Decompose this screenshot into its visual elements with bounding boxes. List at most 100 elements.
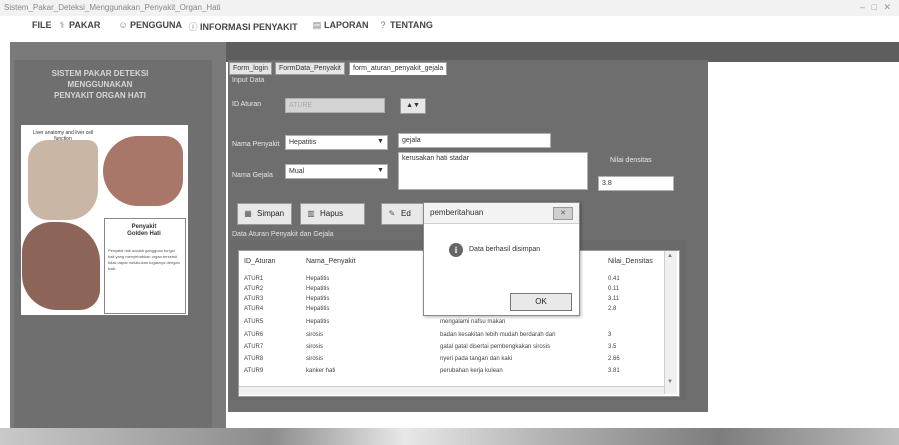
user-icon: ☺ xyxy=(118,20,128,30)
scroll-down-icon[interactable]: ▼ xyxy=(667,379,673,385)
menu-tentang[interactable]: ? TENTANG xyxy=(378,20,433,30)
cell-gejala: nyeri pada tangan dan kaki xyxy=(440,356,513,362)
info-icon: i xyxy=(449,243,463,257)
col-header-nilai[interactable]: Nilai_Densitas xyxy=(608,258,653,265)
dialog-message: Data berhasil disimpan xyxy=(469,246,541,253)
scroll-up-icon[interactable]: ▲ xyxy=(667,253,673,259)
id-spinner[interactable]: ▲▼ xyxy=(400,98,426,114)
simpan-label: Simpan xyxy=(257,209,285,218)
cell-nilai: 2.66 xyxy=(608,356,620,362)
cell-gejala: gatal gatal disertai pembengkakan sirosi… xyxy=(440,344,551,350)
intestine-illustration xyxy=(28,140,98,220)
menu-informasi-label: INFORMASI PENYAKIT xyxy=(200,22,298,32)
window-title: Sistem_Pakar_Deteksi_Menggunakan_Penyaki… xyxy=(4,3,221,12)
simpan-button[interactable]: ▦ Simpan xyxy=(237,203,292,225)
menu-pakar-label: PAKAR xyxy=(69,20,101,30)
cell-nilai: 3.5 xyxy=(608,344,617,350)
cell-nilai: 3.11 xyxy=(608,296,620,302)
cell-nilai: 0.41 xyxy=(608,276,620,282)
tab-formdata-penyakit[interactable]: FormData_Penyakit xyxy=(275,62,345,75)
cell-gejala: perubahan kerja kulean xyxy=(440,368,503,374)
app-title: SISTEM PAKAR DETEKSI MENGGUNAKAN PENYAKI… xyxy=(51,69,149,100)
table-group-title: Data Aturan Penyakit dan Gejala xyxy=(232,231,334,238)
tab-form-aturan[interactable]: form_aturan_penyakit_gejala xyxy=(349,62,448,75)
menu-laporan[interactable]: ▤ LAPORAN xyxy=(312,20,369,31)
nilai-label: Nilai densitas xyxy=(610,157,652,164)
cell-penyakit: sirosis xyxy=(306,332,324,338)
cell-id: ATUR1 xyxy=(244,276,264,282)
nama-gejala-select[interactable]: Mual xyxy=(285,164,388,179)
nama-penyakit-select[interactable]: Hepatitis xyxy=(285,135,388,150)
doctor-icon: ⚕ xyxy=(59,20,65,30)
liver-illustration-top xyxy=(103,136,183,206)
info-icon: ⓘ xyxy=(188,22,198,32)
cell-gejala: badan kesakitan lebih mudah berdarah dar… xyxy=(440,332,556,338)
cell-id: ATUR4 xyxy=(244,306,264,312)
ok-button[interactable]: OK xyxy=(510,293,572,311)
cell-penyakit: Hepatitis xyxy=(306,276,330,282)
menu-pengguna-label: PENGGUNA xyxy=(130,20,183,30)
id-aturan-field[interactable]: ATURE xyxy=(285,98,385,113)
cell-nilai: 3 xyxy=(608,332,612,338)
cell-nilai: 3.81 xyxy=(608,368,620,374)
grid-horizontal-scrollbar[interactable] xyxy=(239,386,664,395)
dialog-header: pemberitahuan ✕ xyxy=(424,203,579,224)
edit-button[interactable]: ✎ Ed xyxy=(381,203,426,225)
about-icon: ? xyxy=(380,20,386,30)
cell-id: ATUR6 xyxy=(244,332,264,338)
taskbar xyxy=(0,428,899,445)
message-dialog: pemberitahuan ✕ i Data berhasil disimpan… xyxy=(423,202,580,316)
cell-id: ATUR5 xyxy=(244,319,264,325)
menu-pakar[interactable]: ⚕ PAKAR xyxy=(57,20,101,31)
input-group-title: Input Data xyxy=(232,77,265,84)
cell-nilai: 0.11 xyxy=(608,286,620,292)
edit-label: Ed xyxy=(401,209,411,218)
menu-file-label: FILE xyxy=(32,20,52,30)
cell-gejala: mengalami nafsu makan xyxy=(440,319,506,325)
cell-penyakit: Hepatitis xyxy=(306,306,330,312)
cell-penyakit: Hepatitis xyxy=(306,286,330,292)
gejala-description-textarea[interactable]: kerusakan hati stadar xyxy=(398,152,588,190)
nama-gejala-label: Nama Gejala xyxy=(232,172,273,179)
report-icon: ▤ xyxy=(312,20,322,30)
cell-id: ATUR7 xyxy=(244,344,264,350)
cell-penyakit: kanker hati xyxy=(306,368,336,374)
cell-penyakit: sirosis xyxy=(306,344,324,350)
window-controls[interactable]: – □ ✕ xyxy=(860,2,893,13)
mdi-top-band xyxy=(226,42,899,62)
tab-form-login[interactable]: Form_login xyxy=(229,62,273,75)
info-card-text: Penyakit hati adalah gangguan fungsi hat… xyxy=(108,248,180,271)
chevron-down-icon[interactable]: ▼ xyxy=(377,138,384,145)
cell-penyakit: Hepatitis xyxy=(306,296,330,302)
menu-file[interactable]: FILE xyxy=(20,20,52,30)
id-aturan-label: ID Aturan xyxy=(232,101,262,108)
menu-bar: FILE ⚕ PAKAR ☺ PENGGUNA ⓘ INFORMASI PENYAKI… xyxy=(0,16,899,36)
menu-informasi-penyakit[interactable]: ⓘ INFORMASI PENYAKIT xyxy=(188,20,298,33)
cell-nilai: 2.8 xyxy=(608,306,617,312)
delete-icon: ▥ xyxy=(307,209,315,218)
cell-id: ATUR9 xyxy=(244,368,264,374)
cell-id: ATUR8 xyxy=(244,356,264,362)
menu-pengguna[interactable]: ☺ PENGGUNA xyxy=(118,20,182,30)
cell-id: ATUR3 xyxy=(244,296,264,302)
menu-tentang-label: TENTANG xyxy=(390,20,433,30)
menu-laporan-label: LAPORAN xyxy=(324,20,369,30)
cell-penyakit: Hepatitis xyxy=(306,319,330,325)
dialog-title: pemberitahuan xyxy=(430,208,484,217)
cell-penyakit: sirosis xyxy=(306,356,324,362)
window-titlebar: Sistem_Pakar_Deteksi_Menggunakan_Penyaki… xyxy=(0,0,899,16)
save-icon: ▦ xyxy=(244,209,252,218)
close-icon[interactable]: ✕ xyxy=(553,207,573,220)
pencil-icon: ✎ xyxy=(388,209,396,218)
col-header-id[interactable]: ID_Aturan xyxy=(244,258,276,265)
hapus-label: Hapus xyxy=(320,209,344,218)
info-card-title: Penyakit Golden Hati xyxy=(127,224,161,237)
hapus-button[interactable]: ▥ Hapus xyxy=(300,203,365,225)
chevron-down-icon[interactable]: ▼ xyxy=(377,167,384,174)
nama-penyakit-label: Nama Penyakit xyxy=(232,141,280,148)
gejala-code-field[interactable]: gejala xyxy=(398,133,551,148)
col-header-penyakit[interactable]: Nama_Penyakit xyxy=(306,258,355,265)
nilai-field[interactable]: 3.8 xyxy=(598,176,674,191)
grid-vertical-scrollbar[interactable]: ▲ ▼ xyxy=(664,251,677,394)
cell-id: ATUR2 xyxy=(244,286,264,292)
